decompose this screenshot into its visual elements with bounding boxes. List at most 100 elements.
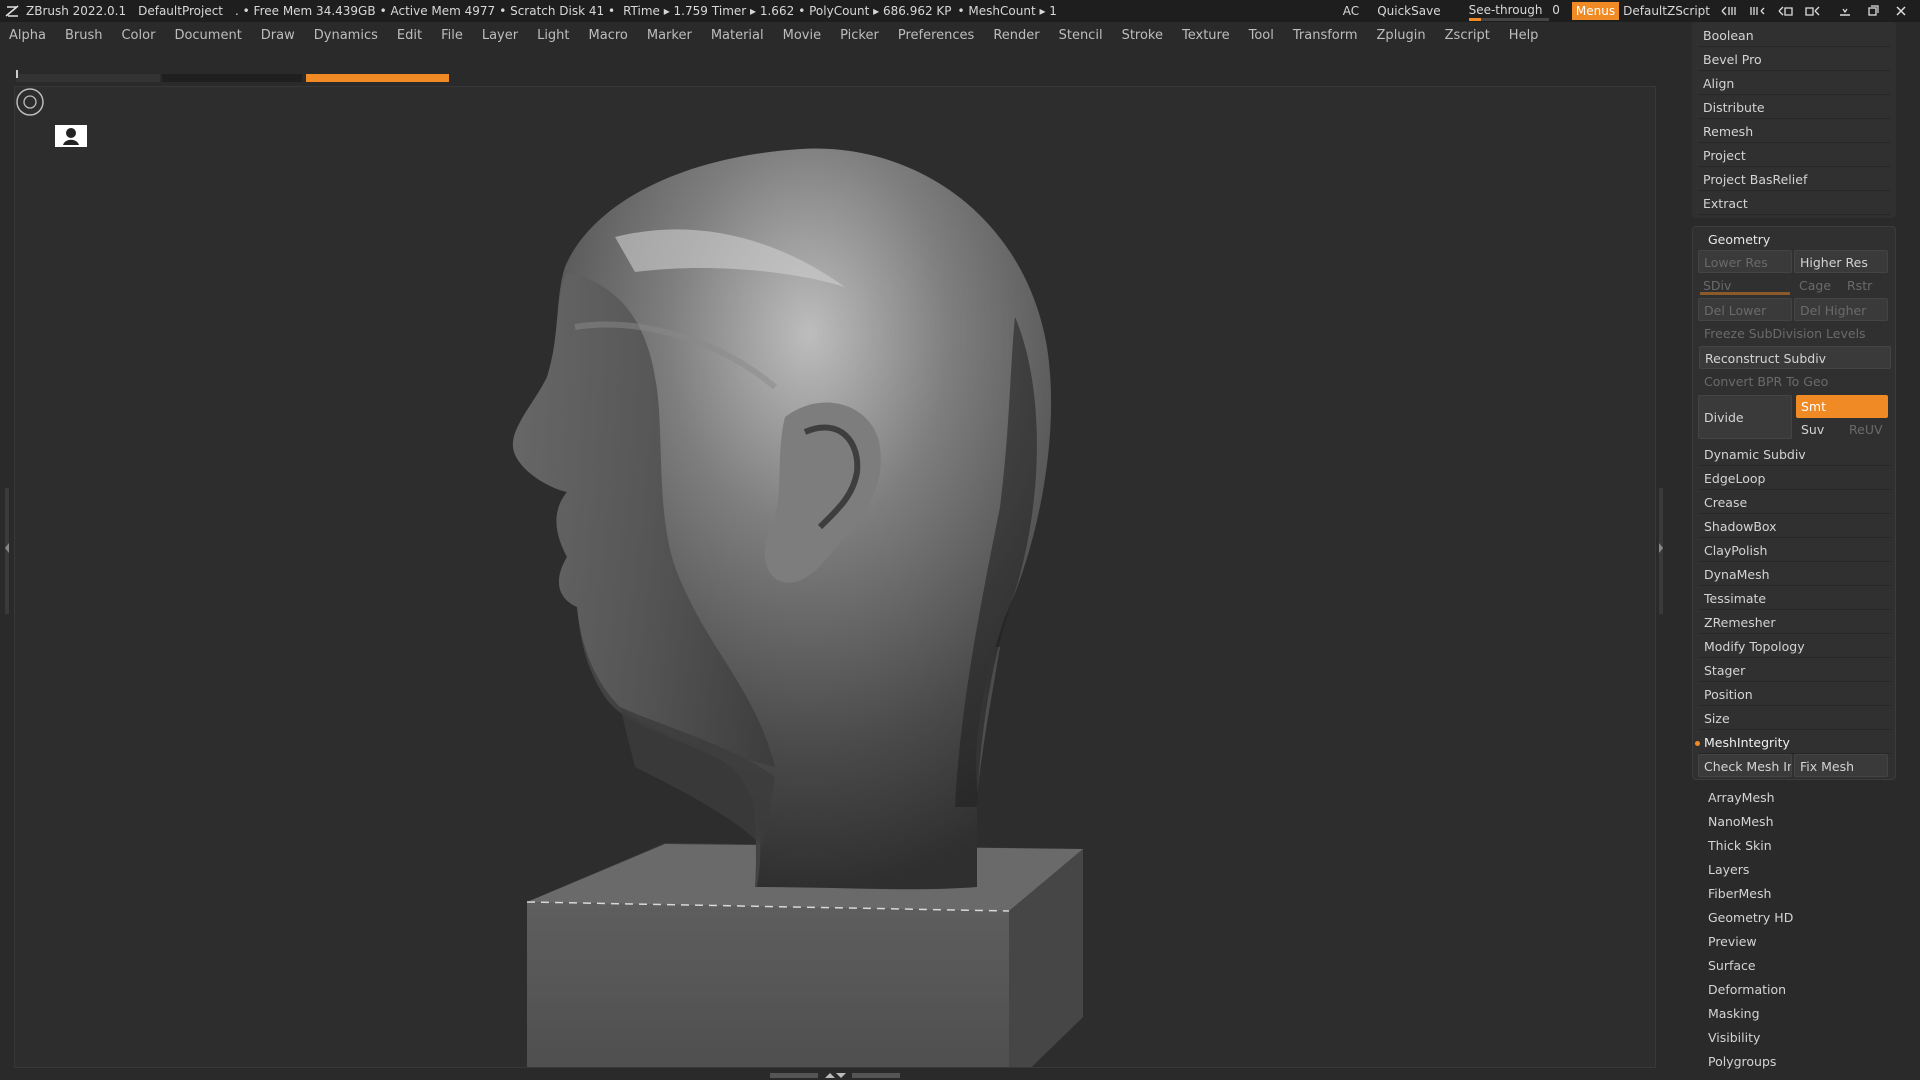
boolean-button[interactable]: Boolean [1698,24,1890,47]
menu-document[interactable]: Document [165,28,251,43]
menu-zscript[interactable]: Zscript [1436,28,1500,43]
menu-file[interactable]: File [432,28,473,43]
meshintegrity-button[interactable]: MeshIntegrity [1699,731,1891,754]
project-basrelief-button[interactable]: Project BasRelief [1698,168,1890,191]
remesh-button[interactable]: Remesh [1698,120,1890,143]
menu-stencil[interactable]: Stencil [1050,28,1113,43]
align-button[interactable]: Align [1698,72,1890,95]
lower-res-button[interactable]: Lower Res [1698,250,1792,273]
bottom-tray-handle[interactable] [770,1070,900,1080]
stager-button[interactable]: Stager [1699,659,1891,682]
tab-segment-active[interactable] [306,74,449,82]
crease-button[interactable]: Crease [1699,491,1891,514]
modify-topology-button[interactable]: Modify Topology [1699,635,1891,658]
menu-help[interactable]: Help [1500,28,1549,43]
layers-button[interactable]: Layers [1708,862,1749,877]
menu-render[interactable]: Render [984,28,1049,43]
reuv-button[interactable]: ReUV [1844,418,1890,441]
dynamesh-button[interactable]: DynaMesh [1699,563,1891,586]
minimize-icon[interactable] [1836,4,1854,18]
menu-stroke[interactable]: Stroke [1113,28,1173,43]
document-tab-strip [16,70,449,82]
project-name[interactable]: DefaultProject [138,4,223,18]
sdiv-bar [1700,292,1790,295]
size-button[interactable]: Size [1699,707,1891,730]
nanomesh-button[interactable]: NanoMesh [1708,814,1774,829]
polygroups-button[interactable]: Polygroups [1708,1054,1776,1069]
tab-segment-2[interactable] [162,74,302,82]
surface-button[interactable]: Surface [1708,958,1756,973]
edgeloop-button[interactable]: EdgeLoop [1699,467,1891,490]
check-mesh-integrity-button[interactable]: Check Mesh Inte [1698,754,1792,777]
menu-material[interactable]: Material [702,28,774,43]
masking-button[interactable]: Masking [1708,1006,1760,1021]
claypolish-button[interactable]: ClayPolish [1699,539,1891,562]
shadowbox-button[interactable]: ShadowBox [1699,515,1891,538]
canvas-viewport[interactable] [14,86,1656,1068]
perspective-icon[interactable] [55,125,87,147]
zremesher-button[interactable]: ZRemesher [1699,611,1891,634]
suv-toggle[interactable]: Suv [1796,418,1842,441]
visibility-button[interactable]: Visibility [1708,1030,1760,1045]
convert-bpr-button[interactable]: Convert BPR To Geo [1699,370,1891,393]
fix-mesh-button[interactable]: Fix Mesh [1794,754,1888,777]
menu-draw[interactable]: Draw [252,28,305,43]
menu-brush[interactable]: Brush [56,28,113,43]
bevel-pro-button[interactable]: Bevel Pro [1698,48,1890,71]
reconstruct-subdiv-button[interactable]: Reconstruct Subdiv [1699,346,1891,369]
tessimate-button[interactable]: Tessimate [1699,587,1891,610]
navigation-gizmo-icon[interactable] [15,87,45,117]
position-button[interactable]: Position [1699,683,1891,706]
sdiv-slider[interactable]: SDiv [1698,274,1792,297]
quicksave-button[interactable]: QuickSave [1377,4,1440,18]
layout-stripes-icon[interactable] [1748,4,1766,18]
menu-layer[interactable]: Layer [473,28,528,43]
menu-zplugin[interactable]: Zplugin [1368,28,1436,43]
undo-layout-icon[interactable] [1776,4,1794,18]
divide-button[interactable]: Divide [1698,395,1792,439]
geometry-hd-button[interactable]: Geometry HD [1708,910,1793,925]
thick-skin-button[interactable]: Thick Skin [1708,838,1772,853]
menu-texture[interactable]: Texture [1173,28,1240,43]
preview-button[interactable]: Preview [1708,934,1757,949]
default-zscript-button[interactable]: DefaultZScript [1623,4,1710,18]
seethrough-slider[interactable]: See-through 0 [1468,3,1560,21]
menu-picker[interactable]: Picker [831,28,889,43]
layout-arrows-icon[interactable] [1720,4,1738,18]
left-tray-handle[interactable] [4,488,10,614]
menu-light[interactable]: Light [528,28,579,43]
rtime: RTime ▸ 1.759 [623,4,708,18]
menu-movie[interactable]: Movie [774,28,831,43]
menu-tool[interactable]: Tool [1240,28,1284,43]
menu-edit[interactable]: Edit [388,28,432,43]
menu-preferences[interactable]: Preferences [889,28,984,43]
tab-segment-1[interactable] [16,74,160,82]
extract-button[interactable]: Extract [1698,192,1890,215]
distribute-button[interactable]: Distribute [1698,96,1890,119]
menu-marker[interactable]: Marker [638,28,702,43]
fibermesh-button[interactable]: FiberMesh [1708,886,1771,901]
menu-alpha[interactable]: Alpha [0,28,56,43]
rstr-button[interactable]: Rstr [1842,274,1888,297]
deformation-button[interactable]: Deformation [1708,982,1786,997]
smt-toggle[interactable]: Smt [1796,395,1888,418]
menu-macro[interactable]: Macro [580,28,638,43]
geometry-header[interactable]: Geometry [1699,228,1891,251]
redo-layout-icon[interactable] [1804,4,1822,18]
right-tray-handle[interactable] [1658,488,1664,614]
project-button[interactable]: Project [1698,144,1890,167]
menu-transform[interactable]: Transform [1284,28,1368,43]
cage-button[interactable]: Cage [1794,274,1840,297]
menu-dynamics[interactable]: Dynamics [305,28,388,43]
freeze-subdivision-button[interactable]: Freeze SubDivision Levels [1699,322,1891,345]
menu-color[interactable]: Color [112,28,165,43]
del-higher-button[interactable]: Del Higher [1794,298,1888,321]
del-lower-button[interactable]: Del Lower [1698,298,1792,321]
menus-toggle[interactable]: Menus [1571,2,1620,20]
arraymesh-button[interactable]: ArrayMesh [1708,790,1775,805]
dynamic-subdiv-button[interactable]: Dynamic Subdiv [1699,443,1891,466]
higher-res-button[interactable]: Higher Res [1794,250,1888,273]
ac-indicator[interactable]: AC [1343,4,1359,18]
close-icon[interactable] [1892,4,1910,18]
restore-icon[interactable] [1864,4,1882,18]
